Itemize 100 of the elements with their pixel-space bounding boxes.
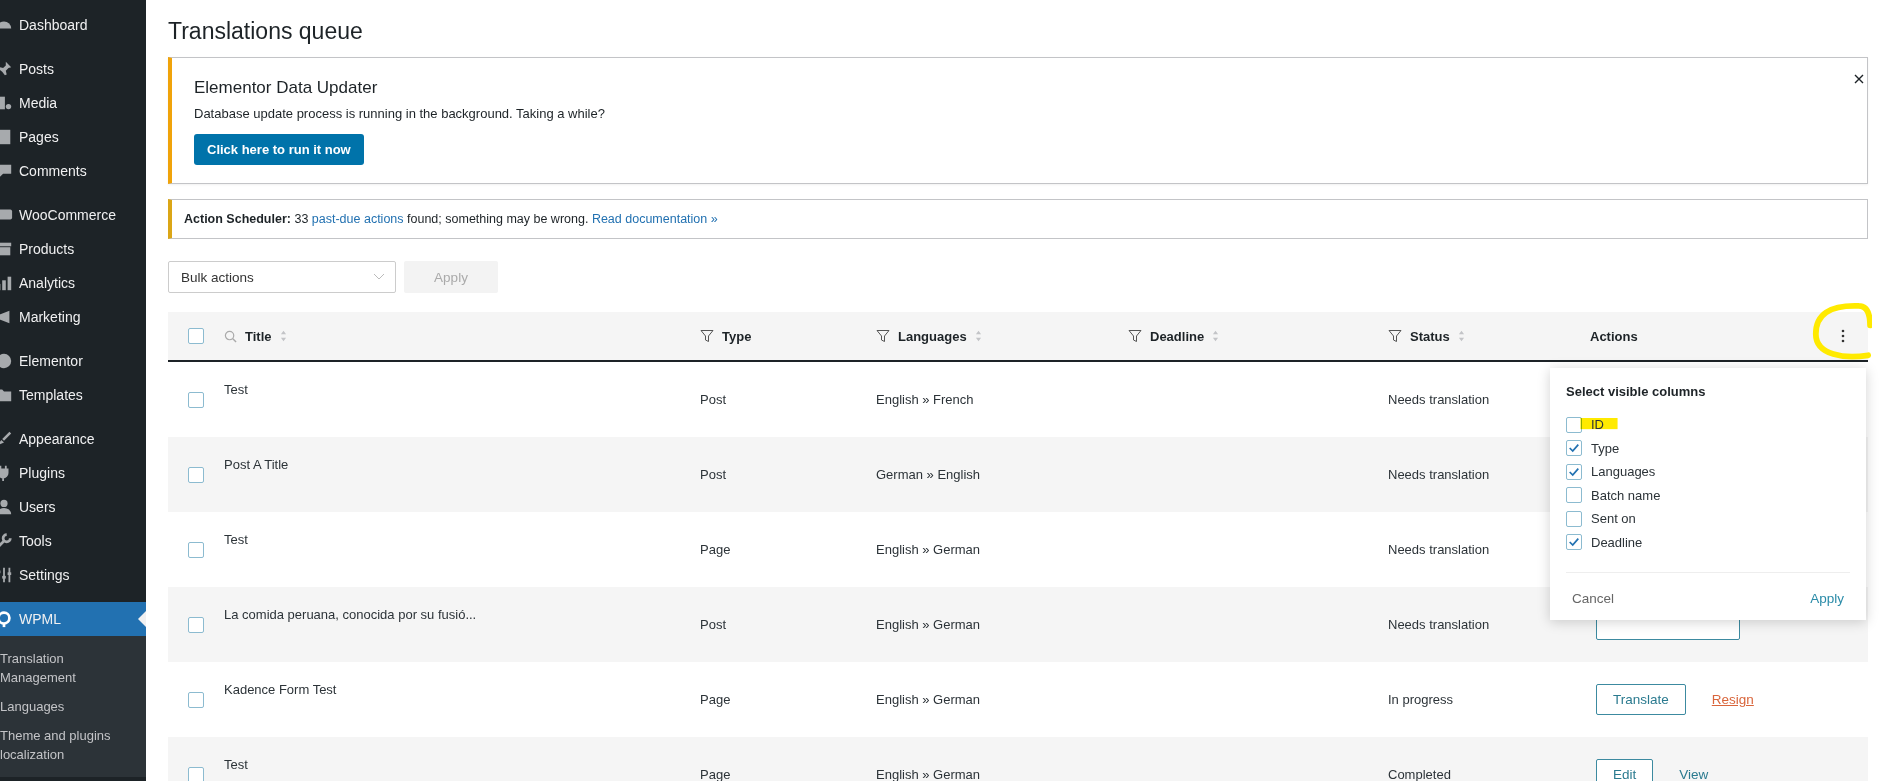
type-cell-text: Post xyxy=(700,467,727,482)
action-button[interactable]: Translate xyxy=(1596,684,1686,715)
title-cell-text: Test xyxy=(224,756,249,772)
sidebar-item[interactable]: Media xyxy=(0,86,146,120)
sort-icon[interactable] xyxy=(1457,330,1465,342)
column-header: Languages xyxy=(898,328,967,344)
row-checkbox[interactable] xyxy=(188,766,204,781)
title-cell-text: Test xyxy=(224,531,249,547)
status-cell: Needs translation xyxy=(1388,542,1490,557)
scheduler-message: Action Scheduler: 33 past-due actions found; something may be wrong. Read documentation » xyxy=(184,212,719,226)
column-header: Deadline xyxy=(1150,328,1205,344)
submenu-item[interactable]: Translation Management xyxy=(0,644,120,692)
languages-cell-text: English » German xyxy=(876,542,982,557)
more-icon xyxy=(1841,329,1845,343)
sidebar-item[interactable]: Pages xyxy=(0,120,146,154)
column-checkbox[interactable] xyxy=(1566,534,1582,551)
column-checkbox[interactable] xyxy=(1566,463,1582,480)
search-icon[interactable] xyxy=(224,329,237,343)
sidebar-item[interactable]: WooCommerce xyxy=(0,198,146,232)
view-link[interactable]: View xyxy=(1679,767,1709,781)
sidebar-item[interactable]: Dashboard xyxy=(0,8,146,42)
popup-apply-button[interactable]: Apply xyxy=(1804,591,1850,606)
page-icon xyxy=(0,128,13,146)
sidebar-item[interactable]: Settings xyxy=(0,558,146,592)
documentation-link[interactable]: Read documentation » xyxy=(591,212,718,226)
column-option-label: Type xyxy=(1591,440,1620,456)
page-title: Translations queue xyxy=(168,18,364,45)
sidebar-item[interactable]: Marketing xyxy=(0,300,146,334)
column-checkbox[interactable] xyxy=(1566,416,1582,433)
filter-icon[interactable] xyxy=(1128,329,1142,343)
languages-cell-text: German » English xyxy=(876,467,982,482)
column-menu-button[interactable] xyxy=(1840,328,1846,344)
sidebar-item[interactable]: Analytics xyxy=(0,266,146,300)
sidebar-item[interactable]: Elementor xyxy=(0,344,146,378)
sidebar-item[interactable]: Tools xyxy=(0,524,146,558)
sort-icon[interactable] xyxy=(974,330,982,342)
select-all-checkbox[interactable] xyxy=(188,328,204,344)
type-cell-text: Post xyxy=(700,392,727,407)
languages-cell-text: English » German xyxy=(876,692,982,707)
status-cell: Completed xyxy=(1388,767,1451,781)
column-checkbox[interactable] xyxy=(1566,440,1582,457)
sort-icon[interactable] xyxy=(279,330,287,342)
title-cell-text: La comida peruana, conocida por su fusió... xyxy=(224,606,478,622)
box-icon xyxy=(0,240,13,258)
column-checkbox[interactable] xyxy=(1566,510,1582,527)
row-checkbox[interactable] xyxy=(188,541,204,558)
popup-title: Select visible columns xyxy=(1566,384,1707,399)
column-header: Type xyxy=(722,328,752,344)
bulk-actions-select[interactable]: Bulk actions xyxy=(168,261,396,293)
row-checkbox[interactable] xyxy=(188,466,204,483)
row-checkbox[interactable] xyxy=(188,691,204,708)
sliders-icon xyxy=(0,566,13,584)
languages-cell-text: English » German xyxy=(876,617,982,632)
sort-icon[interactable] xyxy=(1212,330,1220,342)
column-option-label: Batch name xyxy=(1591,487,1661,503)
run-now-button[interactable]: Click here to run it now xyxy=(194,134,364,165)
pointer-icon xyxy=(138,611,146,627)
type-cell-text: Post xyxy=(700,617,727,632)
sidebar-item[interactable]: Templates xyxy=(0,378,146,412)
sidebar-item[interactable]: Products xyxy=(0,232,146,266)
chevron-down-icon xyxy=(373,273,385,281)
languages-cell-text: English » French xyxy=(876,392,975,407)
languages-cell-text: English » German xyxy=(876,767,982,781)
sidebar-item[interactable]: Comments xyxy=(0,154,146,188)
column-header: Title xyxy=(245,328,272,344)
title-cell-text: Test xyxy=(224,381,249,397)
sidebar-item[interactable]: WPML xyxy=(0,602,146,636)
type-cell-text: Page xyxy=(700,542,732,557)
sidebar-item[interactable]: Plugins xyxy=(0,456,146,490)
past-due-link[interactable]: past-due actions xyxy=(311,212,404,226)
pin-icon xyxy=(0,60,13,78)
column-option-label: Languages xyxy=(1591,464,1656,480)
column-header: Actions xyxy=(1590,328,1638,344)
resign-link[interactable]: Resign xyxy=(1711,692,1754,707)
close-icon[interactable] xyxy=(1854,74,1864,84)
action-button[interactable]: Edit xyxy=(1596,759,1654,781)
row-checkbox[interactable] xyxy=(188,391,204,408)
submenu-item[interactable]: Languages xyxy=(0,692,120,721)
column-header: Status xyxy=(1410,328,1450,344)
column-checkbox[interactable] xyxy=(1566,487,1582,504)
sidebar-item[interactable]: Appearance xyxy=(0,422,146,456)
type-cell-text: Page xyxy=(700,767,732,781)
row-checkbox[interactable] xyxy=(188,616,204,633)
submenu-item[interactable]: Theme and plugins localization xyxy=(0,721,120,769)
title-cell-text: Post A Title xyxy=(224,456,290,472)
filter-icon[interactable] xyxy=(876,329,890,343)
cancel-button[interactable]: Cancel xyxy=(1566,591,1621,606)
filter-icon[interactable] xyxy=(1388,329,1402,343)
status-cell: In progress xyxy=(1388,692,1454,707)
column-option-label: Deadline xyxy=(1591,534,1643,550)
person-icon xyxy=(0,498,13,516)
sidebar-item[interactable]: Posts xyxy=(0,52,146,86)
sidebar-item[interactable]: Users xyxy=(0,490,146,524)
filter-icon[interactable] xyxy=(700,329,714,343)
status-cell: Needs translation xyxy=(1388,617,1490,632)
status-cell: Needs translation xyxy=(1388,467,1490,482)
column-option-label: Sent on xyxy=(1591,511,1636,527)
chart-icon xyxy=(0,274,13,292)
type-cell-text: Page xyxy=(700,692,732,707)
notice-message: Database update process is running in the background. Taking a while? xyxy=(194,106,606,121)
